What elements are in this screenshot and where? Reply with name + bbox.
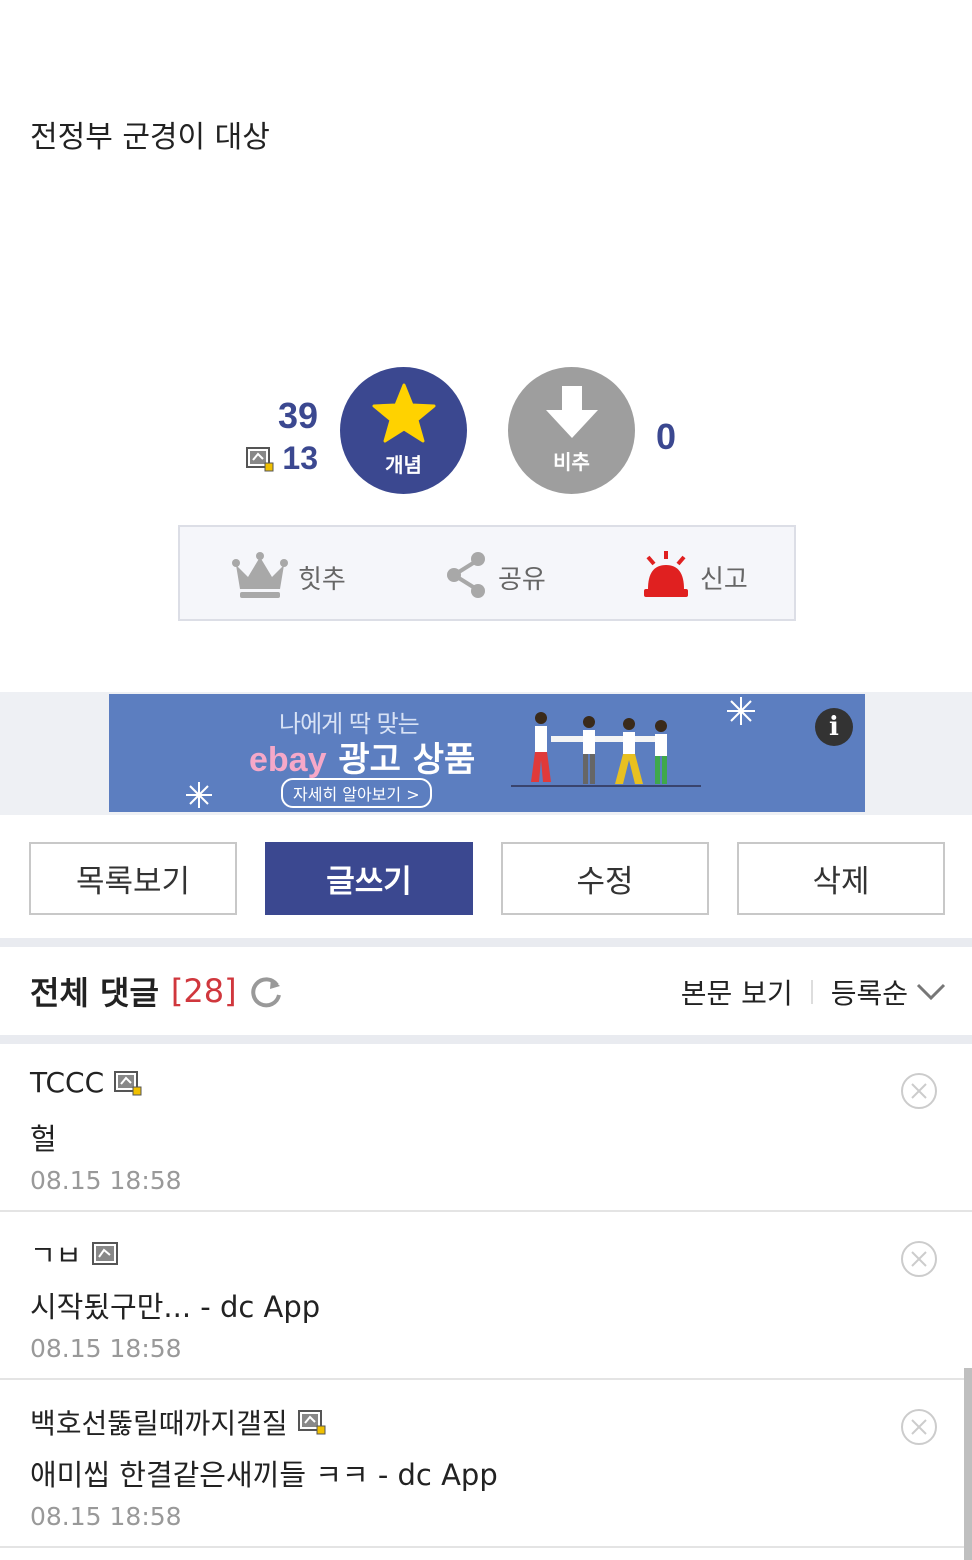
- delete-button[interactable]: 삭제: [737, 842, 945, 915]
- comment-text: 애미씹 한결같은새끼들 ㅋㅋ - dc App: [30, 1458, 498, 1492]
- ad-illustration: [511, 704, 701, 808]
- upvote-count: 39: [277, 395, 318, 436]
- comment-date: 08.15 18:58: [30, 1502, 182, 1531]
- comments-count: [28]: [170, 972, 237, 1010]
- comment-date: 08.15 18:58: [30, 1334, 182, 1363]
- ad-info-icon[interactable]: i: [815, 708, 853, 746]
- post-actions: 힛추 공유 신고: [178, 525, 796, 621]
- fixed-nick-icon: [246, 446, 274, 472]
- fixed-nick-icon: [114, 1070, 142, 1096]
- upvote-label: 개념: [385, 453, 422, 477]
- fixed-upvote-row: 13: [246, 440, 318, 477]
- share-icon: [444, 551, 488, 603]
- ad-banner[interactable]: 나에게 딱 맞는 ebay 광고 상품 자세히 알아보기 > i: [109, 694, 865, 812]
- comments-controls: 본문 보기 등록순: [681, 972, 946, 1012]
- firework-icon: [181, 780, 217, 812]
- ad-product: 광고 상품: [338, 740, 476, 780]
- write-button[interactable]: 글쓰기: [265, 842, 473, 915]
- hit-label: 힛추: [298, 564, 346, 595]
- fixed-nick-icon: [297, 1409, 326, 1435]
- comment-nick: TCCC: [30, 1066, 105, 1099]
- ad-title: ebay 광고 상품: [249, 732, 475, 781]
- downvote-label: 비추: [553, 450, 590, 474]
- list-button[interactable]: 목록보기: [29, 842, 237, 915]
- divider: [0, 938, 972, 947]
- comment-item: 백호선뚫릴때까지갤질 애미씹 한결같은새끼들 ㅋㅋ - dc App 08.15…: [0, 1380, 972, 1548]
- firework-icon: [721, 696, 761, 730]
- arrow-down-icon: [544, 386, 600, 444]
- edit-button[interactable]: 수정: [501, 842, 709, 915]
- comment-item: ㄱㅂ 시작됬구만... - dc App 08.15 18:58: [0, 1212, 972, 1380]
- comment-text: 시작됬구만... - dc App: [30, 1290, 321, 1324]
- share-button[interactable]: 공유: [444, 551, 546, 603]
- refresh-icon[interactable]: [249, 975, 281, 1008]
- star-icon: [372, 383, 436, 447]
- delete-comment-icon[interactable]: [900, 1408, 938, 1446]
- comment-author[interactable]: TCCC: [30, 1066, 142, 1099]
- scrollbar[interactable]: [964, 1368, 972, 1560]
- divider: [0, 1035, 972, 1044]
- ad-container: 나에게 딱 맞는 ebay 광고 상품 자세히 알아보기 > i: [0, 692, 972, 815]
- crown-icon: [232, 551, 288, 603]
- fixed-upvote-count: 13: [282, 440, 318, 476]
- siren-icon: [642, 551, 690, 603]
- comment-nick: 백호선뚫릴때까지갤질: [30, 1407, 288, 1440]
- chevron-down-icon[interactable]: [916, 976, 946, 1009]
- comment-item: TCCC 헐 08.15 18:58: [0, 1044, 972, 1212]
- share-label: 공유: [498, 564, 546, 595]
- upvote-button[interactable]: 개념: [340, 367, 467, 494]
- ad-cta[interactable]: 자세히 알아보기 >: [281, 778, 432, 808]
- delete-comment-icon[interactable]: [900, 1072, 938, 1110]
- comments-title: 전체 댓글: [30, 974, 159, 1012]
- comment-nick: ㄱㅂ: [30, 1239, 82, 1272]
- ad-brand: ebay: [249, 741, 327, 779]
- post-body-text: 전정부 군경이 대상: [30, 120, 270, 155]
- comment-author[interactable]: 백호선뚫릴때까지갤질: [30, 1402, 326, 1442]
- nick-icon: [91, 1241, 120, 1267]
- comment-date: 08.15 18:58: [30, 1166, 182, 1195]
- hit-button[interactable]: 힛추: [232, 551, 346, 603]
- sort-label[interactable]: 등록순: [831, 972, 908, 1012]
- comment-text: 헐: [30, 1122, 57, 1156]
- separator: [810, 980, 813, 1004]
- comments-header: 전체 댓글 [28]: [30, 968, 281, 1014]
- comment-author[interactable]: ㄱㅂ: [30, 1234, 120, 1274]
- delete-comment-icon[interactable]: [900, 1240, 938, 1278]
- view-body-link[interactable]: 본문 보기: [681, 972, 793, 1012]
- downvote-count: 0: [656, 416, 677, 457]
- report-label: 신고: [700, 564, 748, 595]
- report-button[interactable]: 신고: [642, 551, 748, 603]
- downvote-button[interactable]: 비추: [508, 367, 635, 494]
